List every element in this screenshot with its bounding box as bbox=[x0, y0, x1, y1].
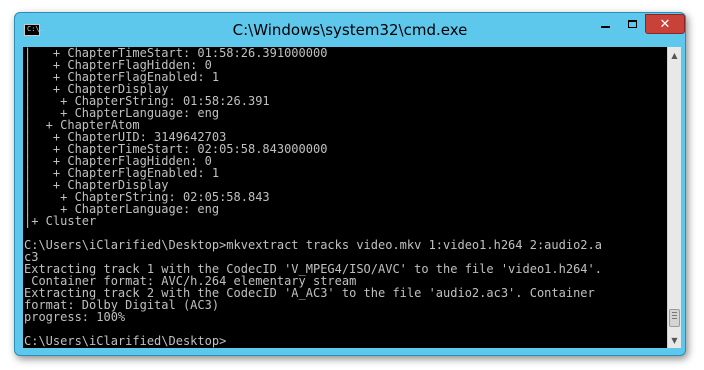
maximize-icon bbox=[627, 20, 637, 28]
minimize-icon bbox=[601, 26, 610, 28]
console-line: | + ChapterLanguage: eng bbox=[24, 202, 220, 216]
scroll-up-button[interactable]: ▲ bbox=[668, 47, 681, 63]
close-icon: ✕ bbox=[659, 16, 671, 32]
scroll-thumb[interactable] bbox=[669, 309, 680, 327]
minimize-button[interactable] bbox=[592, 14, 619, 34]
console-line: |+ Cluster bbox=[24, 214, 97, 228]
window-title: C:\Windows\system32\cmd.exe bbox=[232, 21, 468, 39]
title-bar[interactable]: C:\. C:\Windows\system32\cmd.exe bbox=[15, 13, 685, 47]
scroll-down-icon: ▼ bbox=[671, 335, 678, 345]
vertical-scrollbar[interactable]: ▲ ▼ bbox=[667, 47, 681, 348]
console-prompt[interactable]: C:\Users\iClarified\Desktop> bbox=[24, 335, 602, 347]
console-command-line: C:\Users\iClarified\Desktop>mkvextract t… bbox=[24, 238, 602, 252]
cmd-window: C:\. C:\Windows\system32\cmd.exe ✕ | + C… bbox=[14, 12, 686, 356]
scroll-down-button[interactable]: ▼ bbox=[668, 332, 681, 348]
console-output[interactable]: | + ChapterTimeStart: 01:58:26.391000000… bbox=[23, 47, 667, 348]
console-line: progress: 100% bbox=[24, 310, 126, 324]
close-button[interactable]: ✕ bbox=[645, 14, 685, 34]
maximize-button[interactable] bbox=[619, 14, 645, 34]
scroll-up-icon: ▲ bbox=[671, 50, 678, 60]
